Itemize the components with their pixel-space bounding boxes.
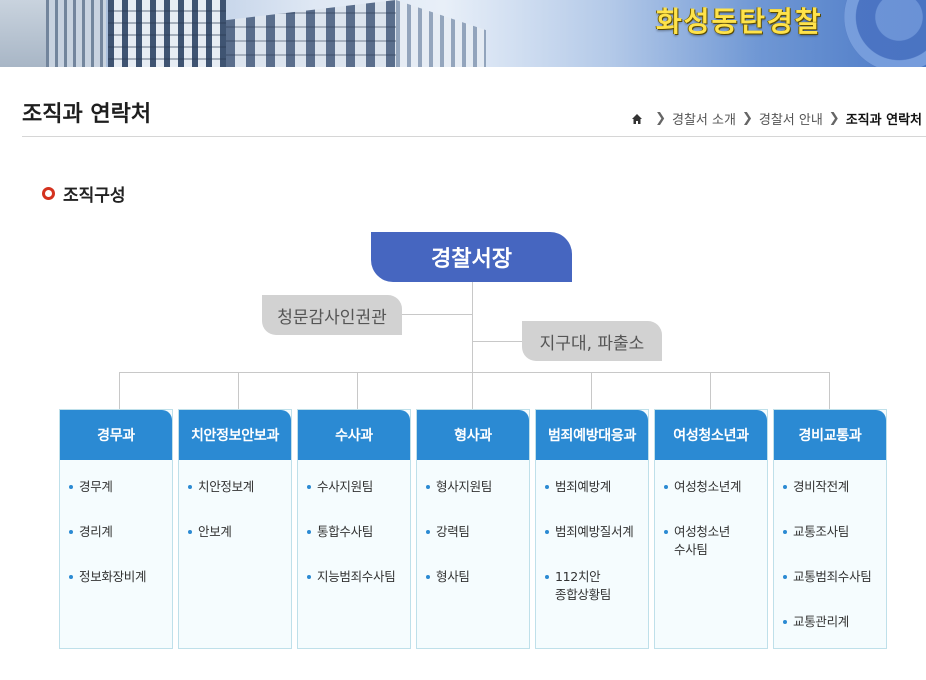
- team-item[interactable]: 여성청소년 수사팀: [664, 523, 763, 559]
- chief-box[interactable]: 경찰서장: [371, 232, 572, 282]
- circle-bullet-icon: [42, 187, 55, 200]
- breadcrumb-item-about[interactable]: 경찰서 소개: [672, 109, 736, 128]
- breadcrumb-current: 조직과 연락처: [845, 113, 922, 128]
- team-item[interactable]: 여성청소년계: [664, 478, 763, 496]
- team-item[interactable]: 교통범죄수사팀: [783, 568, 882, 586]
- connector-line: [357, 372, 358, 409]
- banner-building: [226, 0, 396, 67]
- page-title: 조직과 연락처: [22, 102, 152, 127]
- team-item[interactable]: 수사지원팀: [307, 478, 406, 496]
- team-list: 여성청소년계 여성청소년 수사팀: [655, 460, 767, 559]
- breadcrumb-item-guide[interactable]: 경찰서 안내: [759, 109, 823, 128]
- dept-women-youth: 여성청소년과 여성청소년계 여성청소년 수사팀: [654, 409, 768, 649]
- dept-intelligence-security: 치안정보안보과 치안정보계 안보계: [178, 409, 292, 649]
- dept-header[interactable]: 여성청소년과: [655, 410, 767, 460]
- connector-line: [119, 372, 120, 409]
- team-item[interactable]: 안보계: [188, 523, 287, 541]
- dept-security-traffic: 경비교통과 경비작전계 교통조사팀 교통범죄수사팀 교통관리계: [773, 409, 887, 649]
- team-list: 경무계 경리계 정보화장비계: [60, 460, 172, 586]
- connector-line: [591, 372, 592, 409]
- banner-building: [396, 0, 486, 67]
- header-divider: [22, 136, 926, 137]
- team-list: 치안정보계 안보계: [179, 460, 291, 541]
- dept-criminal: 형사과 형사지원팀 강력팀 형사팀: [416, 409, 530, 649]
- team-list: 범죄예방계 범죄예방질서계 112치안 종합상황팀: [536, 460, 648, 604]
- chevron-right-icon: ❯: [655, 111, 667, 126]
- team-item[interactable]: 강력팀: [426, 523, 525, 541]
- dept-header[interactable]: 수사과: [298, 410, 410, 460]
- banner-building: [108, 0, 226, 67]
- dept-crime-prevention: 범죄예방대응과 범죄예방계 범죄예방질서계 112치안 종합상황팀: [535, 409, 649, 649]
- police-emblem: [844, 0, 926, 67]
- team-item[interactable]: 형사팀: [426, 568, 525, 586]
- team-item[interactable]: 범죄예방계: [545, 478, 644, 496]
- chevron-right-icon: ❯: [828, 111, 840, 126]
- connector-line: [710, 372, 711, 409]
- team-item[interactable]: 경무계: [69, 478, 168, 496]
- team-item[interactable]: 경리계: [69, 523, 168, 541]
- banner-title: 화성동탄경찰: [656, 5, 823, 38]
- dept-header[interactable]: 형사과: [417, 410, 529, 460]
- banner-building: [46, 0, 106, 67]
- team-item[interactable]: 형사지원팀: [426, 478, 525, 496]
- team-list: 경비작전계 교통조사팀 교통범죄수사팀 교통관리계: [774, 460, 886, 631]
- dept-header[interactable]: 범죄예방대응과: [536, 410, 648, 460]
- top-banner: 화성동탄경찰: [0, 0, 926, 67]
- dept-header[interactable]: 치안정보안보과: [179, 410, 291, 460]
- connector-line: [829, 372, 830, 409]
- home-icon[interactable]: [631, 113, 643, 125]
- dept-header[interactable]: 경비교통과: [774, 410, 886, 460]
- team-item[interactable]: 범죄예방질서계: [545, 523, 644, 541]
- dept-investigation: 수사과 수사지원팀 통합수사팀 지능범죄수사팀: [297, 409, 411, 649]
- team-list: 수사지원팀 통합수사팀 지능범죄수사팀: [298, 460, 410, 586]
- substation-box[interactable]: 지구대, 파출소: [522, 321, 662, 361]
- team-list: 형사지원팀 강력팀 형사팀: [417, 460, 529, 586]
- section-title: 조직구성: [42, 181, 126, 206]
- connector-line: [119, 372, 830, 373]
- audit-office-box[interactable]: 청문감사인권관: [262, 295, 402, 335]
- team-item[interactable]: 112치안 종합상황팀: [545, 568, 644, 604]
- chevron-right-icon: ❯: [741, 111, 753, 126]
- dept-header[interactable]: 경무과: [60, 410, 172, 460]
- team-item[interactable]: 교통조사팀: [783, 523, 882, 541]
- team-item[interactable]: 통합수사팀: [307, 523, 406, 541]
- team-item[interactable]: 경비작전계: [783, 478, 882, 496]
- breadcrumb: ❯ 경찰서 소개 ❯ 경찰서 안내 ❯ 조직과 연락처: [631, 109, 922, 128]
- banner-building: [0, 0, 46, 67]
- team-item[interactable]: 지능범죄수사팀: [307, 568, 406, 586]
- team-item[interactable]: 정보화장비계: [69, 568, 168, 586]
- section-title-text: 조직구성: [63, 186, 126, 206]
- connector-line: [402, 314, 472, 315]
- connector-line: [473, 341, 523, 342]
- team-item[interactable]: 교통관리계: [783, 613, 882, 631]
- connector-line: [472, 282, 473, 409]
- team-item[interactable]: 치안정보계: [188, 478, 287, 496]
- dept-general-affairs: 경무과 경무계 경리계 정보화장비계: [59, 409, 173, 649]
- connector-line: [238, 372, 239, 409]
